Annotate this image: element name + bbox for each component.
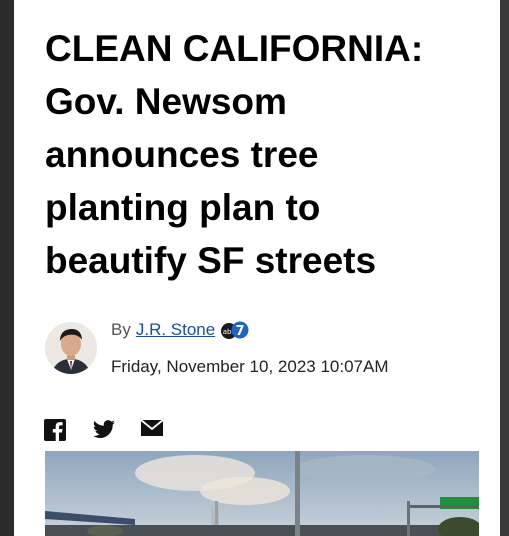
article-card: CLEAN CALIFORNIA: Gov. Newsom announces …: [14, 0, 500, 536]
author-photo: [45, 322, 97, 374]
twitter-icon[interactable]: [92, 419, 116, 443]
svg-text:7: 7: [236, 324, 245, 339]
street-scene-image: [45, 451, 479, 536]
facebook-icon[interactable]: [44, 419, 68, 443]
page-scrollbar[interactable]: [500, 0, 509, 536]
article-headline: CLEAN CALIFORNIA: Gov. Newsom announces …: [45, 22, 495, 287]
author-link[interactable]: J.R. Stone: [136, 320, 215, 340]
byline-prefix: By: [111, 320, 131, 339]
headline-line: announces tree: [45, 134, 319, 175]
abc7-logo-icon: abc 7: [220, 320, 250, 340]
publish-date: Friday, November 10, 2023 10:07AM: [111, 357, 389, 376]
article-photo[interactable]: [45, 451, 479, 536]
headline-line: Gov. Newsom: [45, 81, 287, 122]
headline-line: beautify SF streets: [45, 240, 377, 281]
byline: By J.R. Stone abc 7: [111, 320, 250, 340]
author-avatar[interactable]: [45, 322, 97, 374]
headline-line: planting plan to: [45, 187, 321, 228]
headline-line: CLEAN CALIFORNIA:: [45, 28, 424, 69]
email-icon[interactable]: [140, 419, 164, 443]
share-bar: [44, 419, 164, 443]
